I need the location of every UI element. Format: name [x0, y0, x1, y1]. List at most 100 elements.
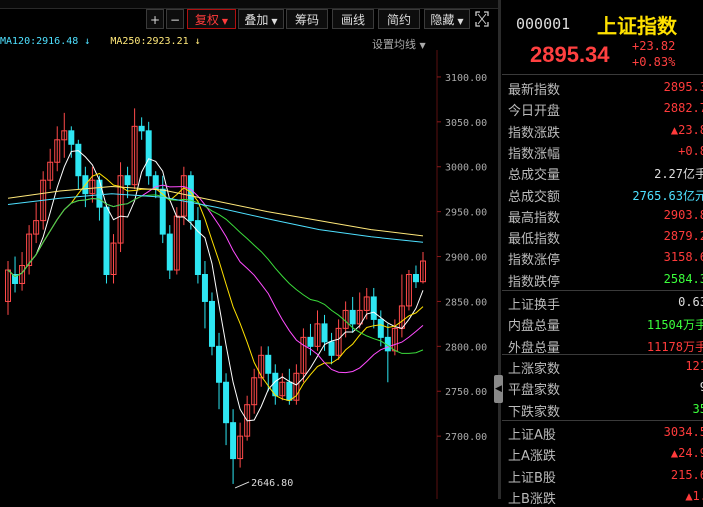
ma5-line [7, 150, 424, 422]
stat-label: 内盘总量 [508, 319, 561, 335]
stats-separator [502, 420, 703, 421]
candlestick-chart[interactable]: 3100.00 3050.00 3000.00 2950.00 2900.00 2850.… [0, 50, 498, 499]
stat-row: 上B涨跌 ▲1. [502, 486, 703, 507]
zoom-in-button[interactable]: + [146, 9, 164, 29]
stat-value: 2879.2 [663, 229, 703, 244]
hide-label: 隐藏 [430, 13, 455, 27]
candle-body [377, 318, 384, 338]
stats-separator [502, 74, 703, 75]
change-percent: +0.83% [632, 55, 676, 69]
y-tick-label: 3050.00 [445, 118, 487, 129]
candle-body [412, 274, 419, 283]
candle-body [68, 130, 75, 145]
arrow-down-icon: ↓ [194, 36, 201, 47]
stat-label: 上证B股 [508, 470, 556, 486]
stock-name: 上证指数 [597, 14, 677, 38]
candle-body [75, 143, 82, 177]
stat-row: 最高指数 2903.8 [502, 205, 703, 226]
stat-value: 3034.5 [663, 425, 703, 439]
stat-row: 今日开盘 2882.7 [502, 98, 703, 119]
quote-header: 000001 上证指数 2895.34 +23.82 +0.83% [502, 8, 703, 74]
restore-rights-dropdown[interactable]: 复权 ▼ [187, 9, 236, 29]
ma120-value: MA120:2916.48 [0, 36, 79, 47]
stat-label: 指数跌停 [508, 274, 561, 290]
brief-button[interactable]: 简约 [378, 9, 420, 29]
stat-label: 总成交量 [508, 168, 561, 184]
candle-body [187, 175, 194, 222]
candle-body [96, 179, 103, 208]
stat-label: 最高指数 [508, 210, 561, 226]
change-value: +23.82 [632, 39, 676, 53]
stat-row: 指数涨幅 +0.8 [502, 141, 703, 162]
overlay-label: 叠加 [244, 13, 269, 27]
stat-row: 上证B股 215.6 [502, 465, 703, 486]
stat-value: 0.63 [678, 295, 703, 309]
candle-body [145, 130, 152, 177]
chips-button[interactable]: 筹码 [286, 9, 328, 29]
y-tick-label: 2900.00 [445, 253, 487, 264]
candle-body [138, 125, 145, 132]
stat-row: 外盘总量 11178万手 [502, 335, 703, 356]
stat-value: 11178万手 [646, 339, 703, 354]
candle-body [208, 300, 215, 347]
y-tick-label: 2700.00 [445, 432, 487, 443]
candle-body [321, 323, 328, 343]
stat-label: 上证A股 [508, 428, 556, 443]
stat-value: 2584.3 [663, 271, 703, 286]
ma30-line [7, 194, 424, 354]
candle-body [166, 233, 173, 271]
stat-value: 121 [685, 359, 703, 373]
stat-value: ▲24.9 [670, 446, 703, 461]
current-price: 2895.34 [530, 42, 610, 67]
y-tick-label: 2850.00 [445, 297, 487, 308]
candle-body [370, 296, 377, 320]
ma250-line [7, 185, 424, 237]
stats-separator [502, 290, 703, 291]
overlay-dropdown[interactable]: 叠加 ▼ [238, 9, 284, 29]
stat-label: 外盘总量 [508, 340, 561, 356]
stat-row: 指数涨停 3158.6 [502, 247, 703, 268]
stat-row: 总成交额 2765.63亿元 [502, 184, 703, 205]
stat-row: 最新指数 2895.3 [502, 77, 703, 98]
zoom-out-button[interactable]: − [166, 9, 184, 29]
stat-label: 平盘家数 [508, 383, 561, 399]
low-marker-line [234, 481, 250, 489]
y-tick-label: 2750.00 [445, 387, 487, 398]
y-tick-label: 3100.00 [445, 73, 487, 84]
stat-label: 上A涨跌 [508, 449, 556, 465]
stat-label: 指数涨幅 [508, 146, 561, 162]
low-marker-label: 2646.80 [251, 478, 293, 489]
arrow-down-icon: ↓ [84, 36, 91, 47]
stats-separator [502, 354, 703, 355]
candle-body [328, 341, 335, 356]
y-tick-label: 2800.00 [445, 342, 487, 353]
stat-value: ▲1. [685, 488, 703, 503]
ma250-value: MA250:2923.21 [110, 36, 189, 47]
stat-value: 2765.63亿元 [632, 188, 703, 203]
chevron-down-icon: ▼ [221, 17, 229, 26]
candle-body [349, 309, 356, 325]
y-tick-label: 3000.00 [445, 163, 487, 174]
stat-row: 平盘家数9 [502, 377, 703, 398]
candle-body [124, 175, 131, 186]
stat-label: 上B涨跌 [508, 491, 556, 507]
candle-body [230, 422, 237, 460]
candle-body [103, 206, 110, 275]
candle-body [223, 381, 230, 424]
candle-body [286, 381, 293, 401]
stat-label: 上涨家数 [508, 362, 561, 377]
stat-value: 2895.3 [663, 80, 703, 94]
line-draw-button[interactable]: 画线 [332, 9, 374, 29]
stat-label: 总成交额 [508, 189, 561, 205]
hide-dropdown[interactable]: 隐藏 ▼ [424, 9, 470, 29]
stat-label: 最新指数 [508, 83, 561, 98]
stat-value: 3158.6 [663, 250, 703, 265]
stat-label: 下跌家数 [508, 404, 561, 420]
stat-row: 上A涨跌 ▲24.9 [502, 443, 703, 464]
candle-body [216, 345, 223, 383]
stat-label: 今日开盘 [508, 104, 561, 120]
stat-value: 35 [692, 401, 703, 416]
fullscreen-icon[interactable] [474, 10, 490, 28]
stat-row: 上证换手 0.63 [502, 292, 703, 313]
stock-code: 000001 [516, 15, 571, 33]
